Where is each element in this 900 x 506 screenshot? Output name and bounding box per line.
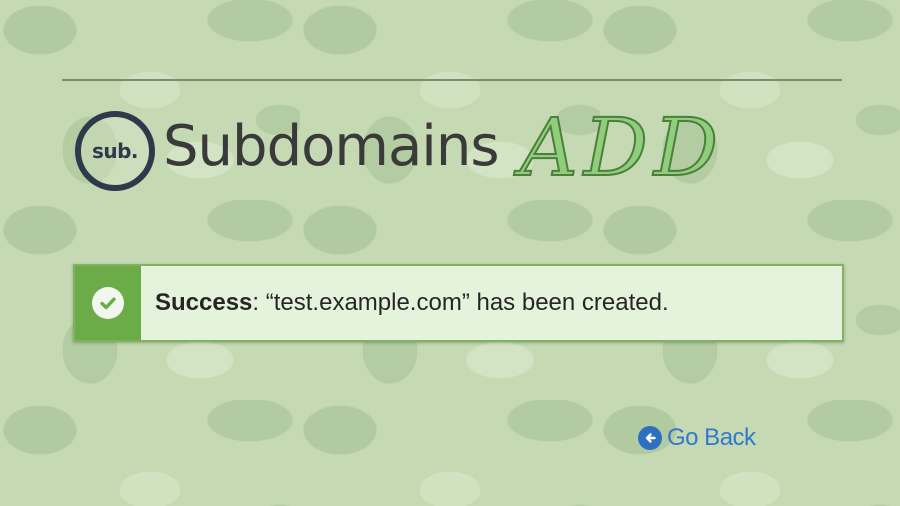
go-back-label: Go Back xyxy=(667,424,756,451)
logo-text: sub. xyxy=(91,139,139,163)
page-title-accent: ADD xyxy=(519,100,725,195)
header-divider xyxy=(62,79,842,81)
arrow-left-circle-icon xyxy=(638,426,662,450)
alert-body: “test.example.com” has been created. xyxy=(265,289,669,316)
page-title: Subdomains xyxy=(163,114,499,179)
alert-separator: : xyxy=(252,289,266,316)
alert-message: Success: “test.example.com” has been cre… xyxy=(141,266,669,340)
alert-label: Success xyxy=(155,289,253,316)
go-back-link[interactable]: Go Back xyxy=(638,424,756,452)
subdomains-logo: sub. xyxy=(75,111,155,191)
alert-stripe xyxy=(75,266,141,340)
check-circle-icon xyxy=(92,287,124,319)
success-alert: Success: “test.example.com” has been cre… xyxy=(73,264,844,342)
